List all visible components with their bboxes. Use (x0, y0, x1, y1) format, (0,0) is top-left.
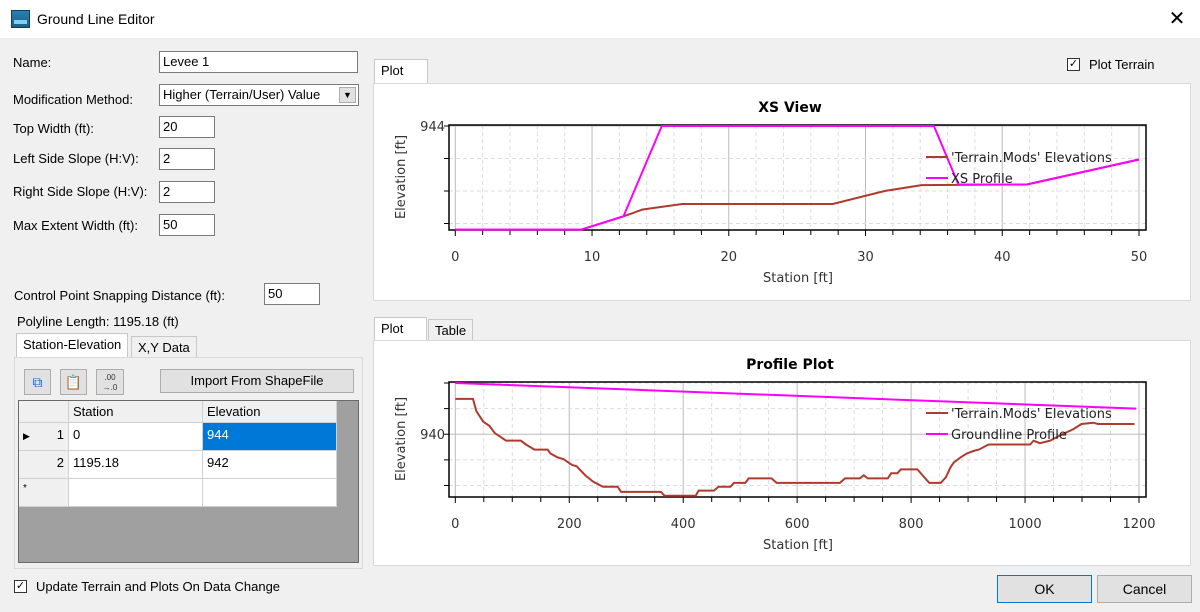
plot-frame (448, 124, 1147, 231)
x-tick-label: 0 (451, 250, 459, 265)
x-tick-label: 40 (994, 250, 1011, 265)
copy-icon[interactable]: ⧉ (24, 369, 51, 395)
app-icon (11, 10, 30, 28)
close-icon[interactable]: ✕ (1160, 4, 1194, 34)
ok-button[interactable]: OK (997, 575, 1092, 603)
plot-terrain-label: Plot Terrain (1089, 57, 1155, 72)
table-row-header[interactable]: ▶ 1 (19, 423, 69, 451)
plot-terrain-checkbox[interactable]: ✓ (1067, 58, 1080, 71)
max-extent-label: Max Extent Width (ft): (13, 218, 138, 233)
profile-plot-panel: 0 200 400 600 800 1000 1200 940 Profile Plot Stat… (373, 340, 1191, 566)
xs-view-chart: 0 10 20 30 40 50 944 XS View Station [ft] Elevati… (394, 100, 1148, 286)
chart-title: XS View (758, 100, 822, 116)
y-axis-label: Elevation [ft] (394, 397, 409, 481)
legend-label: 'Terrain.Mods' Elevations (951, 151, 1112, 166)
table-cell-station-new[interactable] (69, 479, 203, 507)
right-slope-label: Right Side Slope (H:V): (13, 184, 148, 199)
x-tick-label: 1000 (1009, 517, 1042, 532)
legend-label: 'Terrain.Mods' Elevations (951, 407, 1112, 422)
table-cell-elevation[interactable]: 944 (203, 423, 337, 451)
y-tick-label: 940 (420, 428, 445, 443)
current-row-icon: ▶ (23, 431, 30, 441)
series-line-profile (455, 382, 1137, 410)
column-header-station[interactable]: Station (69, 401, 203, 423)
top-width-label: Top Width (ft): (13, 121, 94, 136)
chart-title: Profile Plot (746, 357, 834, 373)
name-input[interactable]: Levee 1 (159, 51, 358, 73)
series-line-terrain (455, 158, 1140, 231)
x-tick-label: 0 (451, 517, 459, 532)
column-header-elevation[interactable]: Elevation (203, 401, 337, 423)
xs-plot-panel: 0 10 20 30 40 50 944 XS View Station [ft] Elevati… (373, 83, 1191, 301)
table-cell-station[interactable]: 1195.18 (69, 451, 203, 479)
x-tick-label: 200 (557, 517, 582, 532)
station-elevation-table: Station Elevation ▶ 1 0 944 2 1195.18 942… (18, 400, 359, 563)
tab-station-elevation[interactable]: Station-Elevation (16, 333, 129, 357)
left-slope-label: Left Side Slope (H:V): (13, 151, 139, 166)
table-cell-station[interactable]: 0 (69, 423, 203, 451)
x-tick-label: 600 (785, 517, 810, 532)
x-tick-label: 20 (721, 250, 738, 265)
x-axis-label: Station [ft] (763, 271, 833, 286)
x-tick-label: 10 (584, 250, 601, 265)
tab-xy-data[interactable]: X,Y Data (131, 336, 197, 357)
legend-label: Groundline Profile (951, 428, 1067, 443)
right-slope-input[interactable]: 2 (159, 181, 215, 203)
table-row-header[interactable]: 2 (19, 451, 69, 479)
modification-method-select[interactable]: Higher (Terrain/User) Value ▼ (159, 84, 359, 106)
title-bar: Ground Line Editor ✕ (0, 0, 1200, 38)
tab-xs-plot[interactable]: Plot (374, 59, 428, 84)
x-tick-label: 30 (857, 250, 874, 265)
table-corner (19, 401, 69, 423)
x-tick-label: 800 (899, 517, 924, 532)
x-tick-label: 400 (671, 517, 696, 532)
x-tick-label: 1200 (1122, 517, 1155, 532)
x-axis-label: Station [ft] (763, 538, 833, 553)
table-cell-elevation-new[interactable] (203, 479, 337, 507)
name-label: Name: (13, 55, 52, 70)
update-terrain-checkbox[interactable]: ✓ (14, 580, 27, 593)
window-title: Ground Line Editor (37, 11, 155, 27)
chevron-down-icon[interactable]: ▼ (339, 87, 356, 103)
import-shapefile-button[interactable]: Import From ShapeFile (160, 369, 354, 393)
polyline-length: Polyline Length: 1195.18 (ft) (17, 314, 179, 329)
decimal-places-icon[interactable]: .00 →.0 (96, 369, 124, 395)
y-tick-label: 944 (420, 120, 445, 135)
row-index: 1 (56, 427, 64, 442)
modification-method-label: Modification Method: (13, 92, 133, 107)
profile-plot-chart: 0 200 400 600 800 1000 1200 940 Profile Plot Stat… (394, 357, 1156, 553)
legend-label: XS Profile (951, 172, 1013, 187)
modification-method-value: Higher (Terrain/User) Value (163, 87, 321, 102)
table-cell-elevation[interactable]: 942 (203, 451, 337, 479)
snap-distance-input[interactable]: 50 (264, 283, 320, 305)
max-extent-input[interactable]: 50 (159, 214, 215, 236)
x-tick-label: 50 (1131, 250, 1148, 265)
top-width-input[interactable]: 20 (159, 116, 215, 138)
tab-profile-plot[interactable]: Plot (374, 317, 427, 341)
tab-profile-table[interactable]: Table (428, 319, 474, 340)
series-line-profile (455, 125, 1140, 231)
update-terrain-label: Update Terrain and Plots On Data Change (36, 579, 281, 594)
left-slope-input[interactable]: 2 (159, 148, 215, 170)
paste-icon[interactable]: 📋 (60, 369, 87, 395)
cancel-button[interactable]: Cancel (1097, 575, 1192, 603)
snap-distance-label: Control Point Snapping Distance (ft): (14, 288, 225, 303)
y-axis-label: Elevation [ft] (394, 135, 409, 219)
new-row-marker[interactable]: * (19, 479, 69, 507)
